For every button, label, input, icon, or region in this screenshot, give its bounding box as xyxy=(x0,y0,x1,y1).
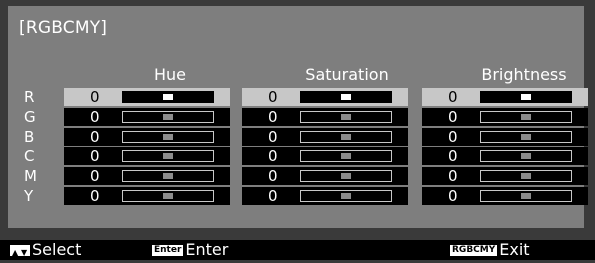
rgbcmy-key-icon: RGBCMY xyxy=(450,245,498,256)
slider-knob[interactable] xyxy=(341,193,351,199)
value-text: 0 xyxy=(448,187,458,205)
adjustment-slider[interactable] xyxy=(300,170,392,183)
value-text: 0 xyxy=(268,167,278,186)
value-text: 0 xyxy=(268,147,278,166)
adjustment-slider[interactable] xyxy=(300,150,392,163)
slider-knob[interactable] xyxy=(341,133,351,140)
brightness-cell-m[interactable]: 0 xyxy=(422,167,588,186)
adjustment-slider[interactable] xyxy=(480,110,572,123)
footer-bar: ▲ ▼ Select Enter Enter RGBCMY Exit xyxy=(0,240,595,260)
adjustment-slider[interactable] xyxy=(122,190,214,202)
adjustment-slider[interactable] xyxy=(300,110,392,123)
row-label-c: C xyxy=(24,147,35,166)
slider-knob[interactable] xyxy=(163,193,173,199)
adjustment-slider[interactable] xyxy=(300,91,392,103)
adjustment-slider[interactable] xyxy=(480,91,572,103)
value-text: 0 xyxy=(268,88,278,106)
brightness-cell-g[interactable]: 0 xyxy=(422,107,588,126)
footer-exit: RGBCMY Exit xyxy=(450,240,530,260)
adjustment-slider[interactable] xyxy=(480,130,572,143)
slider-knob[interactable] xyxy=(521,153,531,160)
adjustment-slider[interactable] xyxy=(122,150,214,163)
column-header-hue: Hue xyxy=(153,65,186,84)
hue-cell-y[interactable]: 0 xyxy=(64,187,230,205)
row-label-y: Y xyxy=(24,187,34,205)
saturation-cell-y[interactable]: 0 xyxy=(242,187,408,205)
select-label: Select xyxy=(32,240,82,259)
slider-knob[interactable] xyxy=(521,94,531,100)
up-down-arrows-icon: ▲ ▼ xyxy=(10,245,30,257)
value-text: 0 xyxy=(90,127,100,146)
slider-knob[interactable] xyxy=(341,153,351,160)
slider-knob[interactable] xyxy=(163,173,173,180)
saturation-cell-b[interactable]: 0 xyxy=(242,127,408,146)
value-text: 0 xyxy=(268,127,278,146)
brightness-cell-b[interactable]: 0 xyxy=(422,127,588,146)
column-header-brightness: Brightness xyxy=(481,65,567,84)
value-text: 0 xyxy=(268,107,278,126)
saturation-cell-g[interactable]: 0 xyxy=(242,107,408,126)
value-text: 0 xyxy=(90,187,100,205)
slider-knob[interactable] xyxy=(341,173,351,180)
saturation-cell-m[interactable]: 0 xyxy=(242,167,408,186)
adjustment-slider[interactable] xyxy=(480,190,572,202)
footer-select: ▲ ▼ Select xyxy=(10,240,81,260)
adjustment-slider[interactable] xyxy=(122,91,214,103)
saturation-cell-r[interactable]: 0 xyxy=(242,88,408,106)
brightness-cell-r[interactable]: 0 xyxy=(422,88,588,106)
enter-label: Enter xyxy=(185,240,229,259)
slider-knob[interactable] xyxy=(521,113,531,120)
saturation-cell-c[interactable]: 0 xyxy=(242,147,408,166)
brightness-cell-y[interactable]: 0 xyxy=(422,187,588,205)
hue-cell-g[interactable]: 0 xyxy=(64,107,230,126)
enter-key-icon: Enter xyxy=(152,245,184,256)
adjustment-slider[interactable] xyxy=(300,190,392,202)
panel-title: [RGBCMY] xyxy=(19,18,108,38)
value-text: 0 xyxy=(90,107,100,126)
slider-knob[interactable] xyxy=(521,193,531,199)
slider-knob[interactable] xyxy=(163,153,173,160)
slider-knob[interactable] xyxy=(163,113,173,120)
adjustment-slider[interactable] xyxy=(122,110,214,123)
value-text: 0 xyxy=(448,167,458,186)
exit-label: Exit xyxy=(499,240,530,259)
row-label-r: R xyxy=(24,88,35,106)
brightness-cell-c[interactable]: 0 xyxy=(422,147,588,166)
slider-knob[interactable] xyxy=(341,113,351,120)
column-header-saturation: Saturation xyxy=(305,65,389,84)
hue-cell-c[interactable]: 0 xyxy=(64,147,230,166)
value-text: 0 xyxy=(90,147,100,166)
value-text: 0 xyxy=(90,88,100,106)
adjustment-slider[interactable] xyxy=(480,150,572,163)
footer-enter: Enter Enter xyxy=(152,240,228,260)
adjustment-slider[interactable] xyxy=(122,130,214,143)
adjustment-slider[interactable] xyxy=(300,130,392,143)
value-text: 0 xyxy=(448,107,458,126)
row-label-b: B xyxy=(24,127,35,146)
slider-knob[interactable] xyxy=(163,133,173,140)
hue-cell-r[interactable]: 0 xyxy=(64,88,230,106)
slider-knob[interactable] xyxy=(521,133,531,140)
row-label-m: M xyxy=(24,167,37,186)
slider-knob[interactable] xyxy=(163,94,173,100)
value-text: 0 xyxy=(90,167,100,186)
adjustment-slider[interactable] xyxy=(122,170,214,183)
value-text: 0 xyxy=(268,187,278,205)
rgbcmy-panel: [RGBCMY] Hue Saturation Brightness R000G… xyxy=(8,6,588,228)
slider-knob[interactable] xyxy=(521,173,531,180)
hue-cell-m[interactable]: 0 xyxy=(64,167,230,186)
adjustment-slider[interactable] xyxy=(480,170,572,183)
value-text: 0 xyxy=(448,88,458,106)
row-label-g: G xyxy=(24,107,36,126)
value-text: 0 xyxy=(448,127,458,146)
value-text: 0 xyxy=(448,147,458,166)
hue-cell-b[interactable]: 0 xyxy=(64,127,230,146)
slider-knob[interactable] xyxy=(341,94,351,100)
